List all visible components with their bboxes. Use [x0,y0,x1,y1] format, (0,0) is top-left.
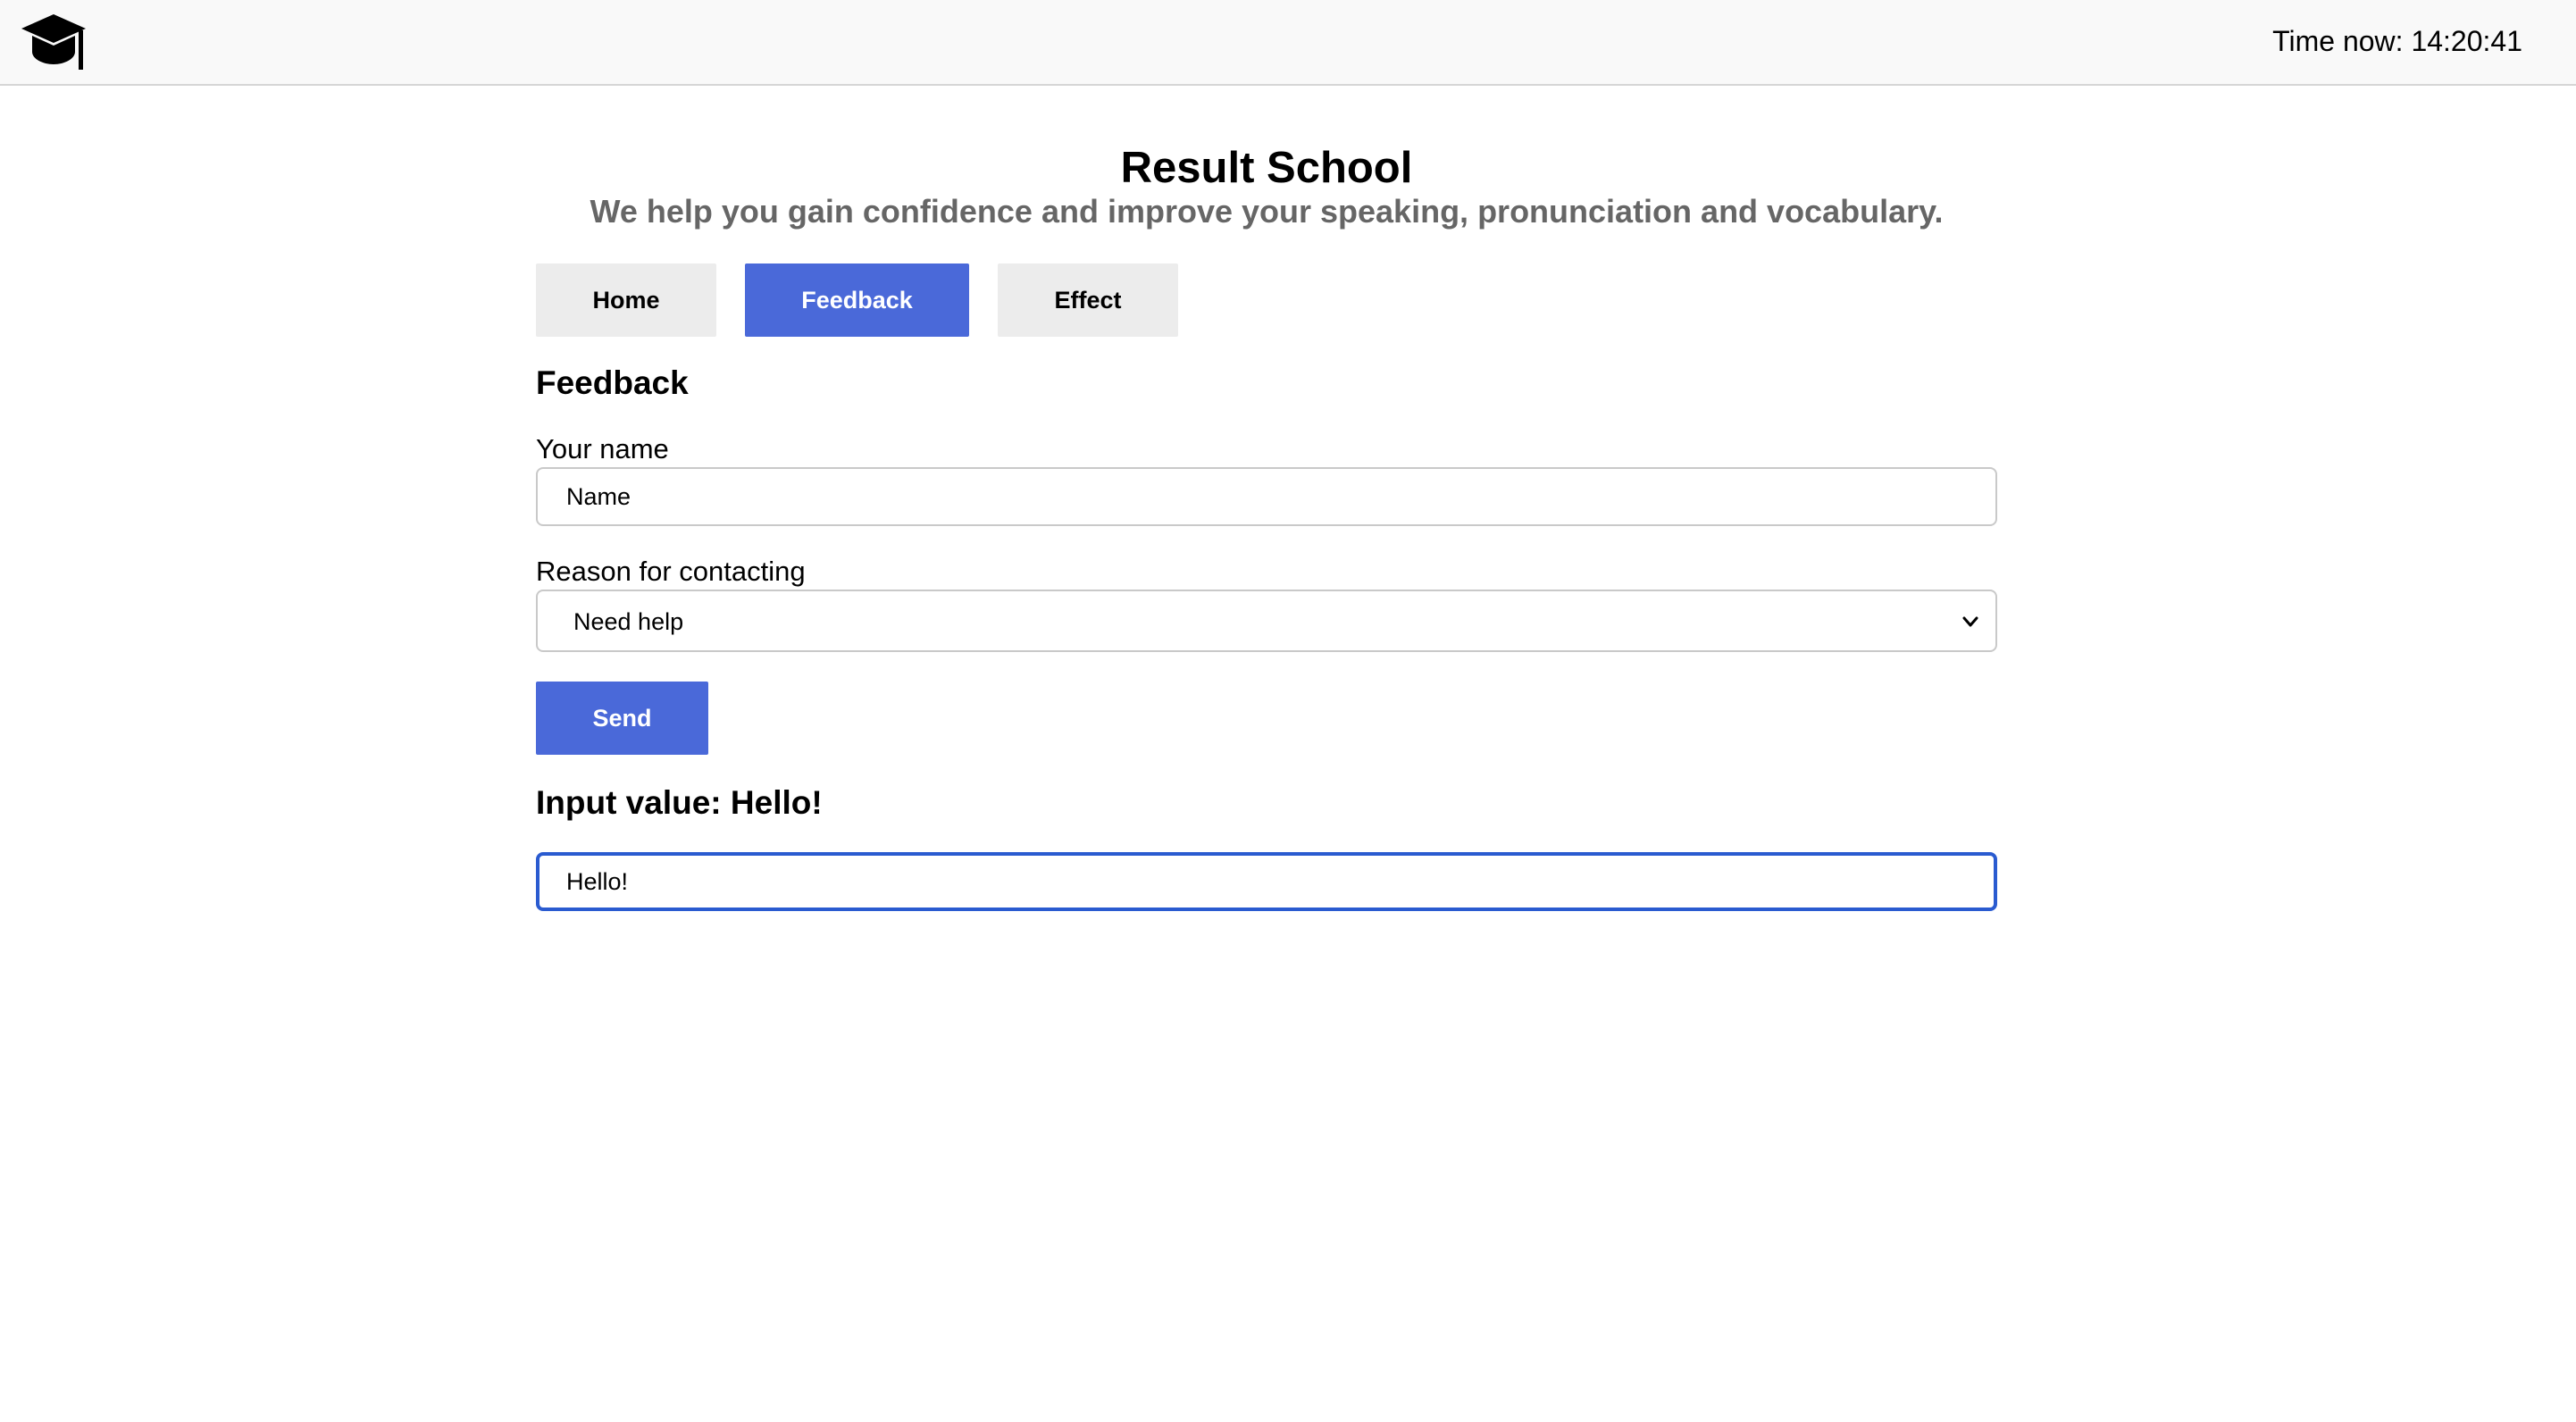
tab-effect[interactable]: Effect [998,263,1178,337]
page-title: Result School [1120,144,1413,192]
app-header: Time now: 14:20:41 [0,0,2576,86]
reason-select[interactable]: Need help [536,590,1997,652]
graduation-cap-icon[interactable] [20,13,88,73]
tab-home[interactable]: Home [536,263,716,337]
message-input[interactable] [536,852,1997,911]
send-button[interactable]: Send [536,682,708,755]
tab-feedback[interactable]: Feedback [745,263,969,337]
page-subtitle: We help you gain confidence and improve … [590,193,1944,230]
name-label: Your name [536,433,669,464]
input-value-heading: Input value: Hello! [536,784,823,821]
reason-label: Reason for contacting [536,556,806,587]
name-input[interactable] [536,467,1997,526]
feedback-heading: Feedback [536,364,689,401]
current-time: Time now: 14:20:41 [2272,25,2522,57]
chevron-down-icon [1962,616,1978,627]
reason-selected-value: Need help [573,608,684,635]
